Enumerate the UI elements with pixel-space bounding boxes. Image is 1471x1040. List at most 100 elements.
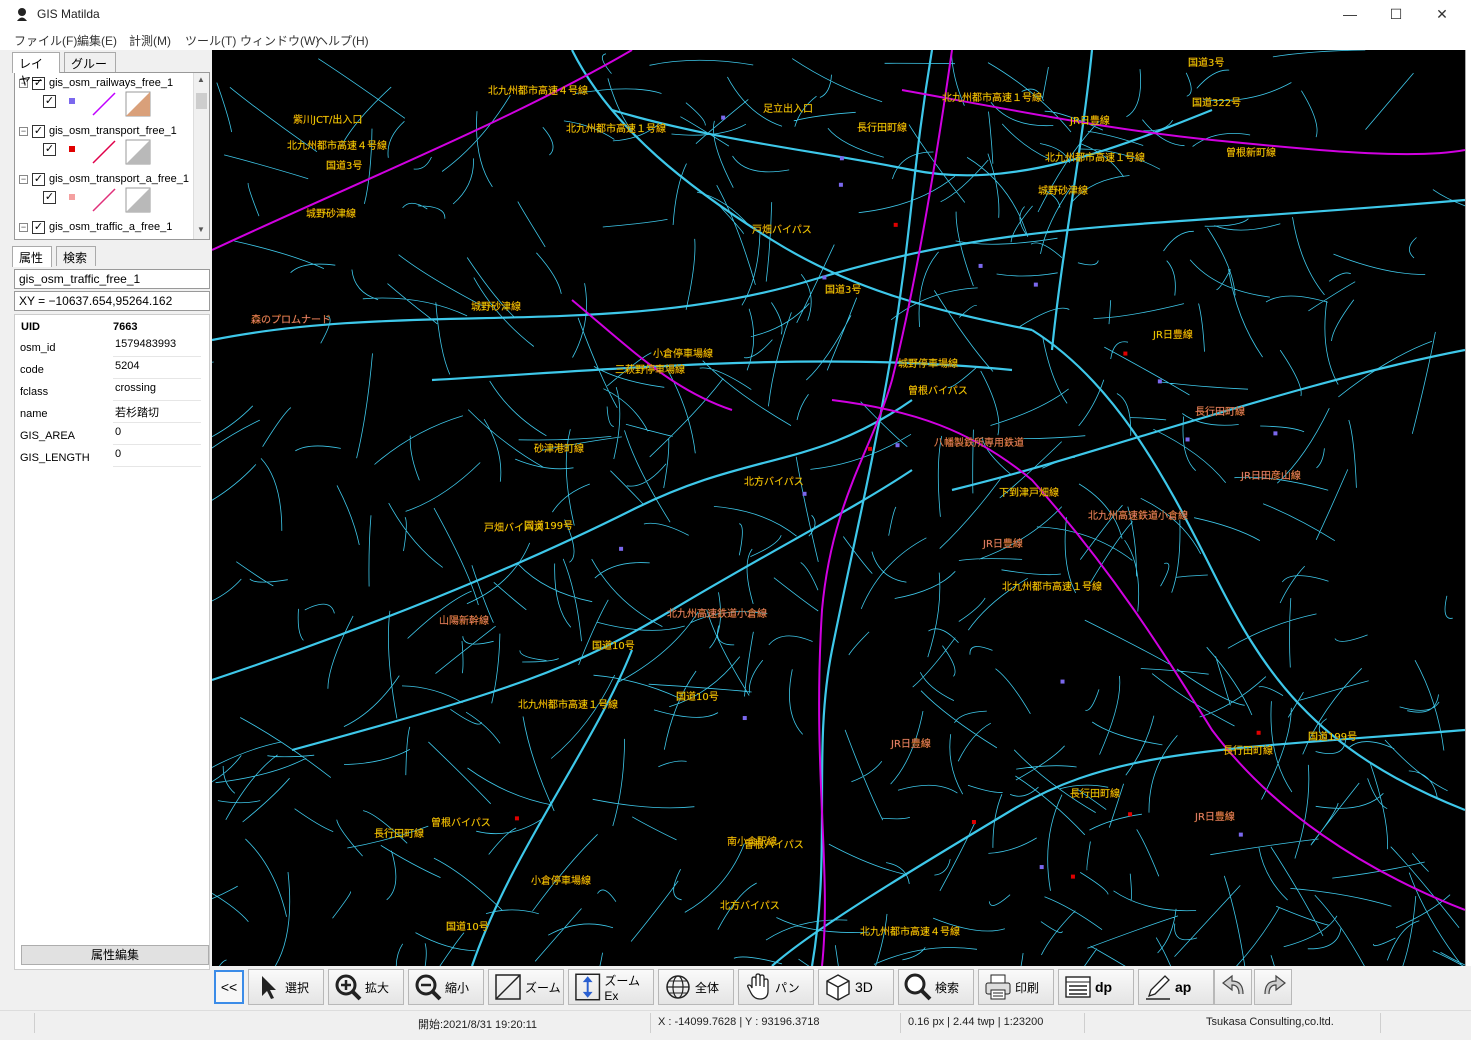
menu-edit[interactable]: 編集(E) bbox=[77, 32, 117, 49]
close-button[interactable]: ✕ bbox=[1419, 0, 1465, 28]
layer-symbol-checkbox[interactable]: ✓ bbox=[43, 143, 56, 156]
tab-attributes[interactable]: 属性 bbox=[12, 246, 52, 267]
tool-label: 拡大 bbox=[365, 980, 390, 995]
map-label: 長行田町線 bbox=[1070, 787, 1120, 800]
full-extent-button[interactable]: 全体 bbox=[658, 969, 734, 1005]
zoom-out-icon bbox=[415, 974, 442, 1001]
major-road bbox=[611, 108, 1213, 177]
attr-key: GIS_LENGTH bbox=[20, 452, 90, 464]
zoom-ex-button[interactable]: ズームEx bbox=[568, 969, 654, 1005]
menu-window[interactable]: ウィンドウ(W) bbox=[240, 32, 319, 49]
attribute-edit-button[interactable]: 属性編集 bbox=[21, 945, 209, 965]
attr-value[interactable]: 0 bbox=[113, 425, 201, 445]
status-separator bbox=[1380, 1013, 1381, 1033]
transport-point bbox=[868, 446, 873, 451]
map-label: JR日豊線 bbox=[1152, 328, 1193, 341]
menu-file[interactable]: ファイル(F) bbox=[14, 32, 77, 49]
layer-item[interactable]: − ✓ gis_osm_traffic_a_free_1 bbox=[15, 217, 193, 239]
collapse-toggle[interactable]: − bbox=[19, 127, 28, 136]
status-separator bbox=[1084, 1013, 1085, 1033]
globe-icon bbox=[666, 975, 690, 999]
cursor-arrow-icon bbox=[262, 976, 276, 999]
attr-value[interactable]: 1579483993 bbox=[113, 337, 201, 357]
layer-visible-checkbox[interactable]: ✓ bbox=[32, 173, 45, 186]
major-road bbox=[1050, 50, 1094, 351]
zoom-box-button[interactable]: ズーム bbox=[488, 969, 564, 1005]
major-road bbox=[571, 50, 1033, 332]
redo-button[interactable] bbox=[1254, 969, 1292, 1005]
map-label: 曽根バイパス bbox=[431, 816, 491, 829]
zoom-ex-icon bbox=[575, 973, 601, 1001]
map-label: 城野砂津線 bbox=[471, 300, 521, 313]
transport-point bbox=[978, 263, 983, 268]
layer-list-scrollbar[interactable]: ▲ ▼ bbox=[193, 73, 209, 239]
line-symbol-icon bbox=[92, 188, 116, 212]
attr-value[interactable]: 若杉踏切 bbox=[113, 403, 201, 423]
scroll-thumb[interactable] bbox=[196, 93, 207, 109]
polygon-symbol-icon bbox=[125, 139, 151, 165]
left-edge bbox=[0, 50, 8, 1010]
search-button[interactable]: 検索 bbox=[898, 969, 974, 1005]
attr-value[interactable]: 5204 bbox=[113, 359, 201, 379]
layer-symbol-checkbox[interactable]: ✓ bbox=[43, 95, 56, 108]
menu-help[interactable]: ヘルプ(H) bbox=[316, 32, 369, 49]
zoom-in-icon bbox=[335, 974, 362, 1001]
undo-button[interactable] bbox=[1214, 969, 1252, 1005]
transport-point bbox=[1039, 865, 1044, 870]
layer-visible-checkbox[interactable]: ✓ bbox=[32, 125, 45, 138]
collapse-toggle[interactable]: − bbox=[19, 223, 28, 232]
scroll-down-icon[interactable]: ▼ bbox=[197, 225, 205, 234]
scroll-up-icon[interactable]: ▲ bbox=[197, 75, 205, 84]
tab-layers[interactable]: レイヤー bbox=[12, 52, 60, 88]
pen-edit-icon bbox=[1146, 975, 1170, 1000]
menu-measure[interactable]: 計測(M) bbox=[129, 32, 171, 49]
collapse-panel-button[interactable]: << bbox=[214, 970, 244, 1004]
attr-key: osm_id bbox=[20, 342, 56, 354]
map-canvas[interactable]: 国道199号 北九州都市高速１号線 長行田町線 小倉停車場線 国道3号 北九州都市高速４号… bbox=[212, 50, 1465, 966]
map-label: 戸畑バイパス bbox=[484, 521, 544, 534]
tool-label: ap bbox=[1175, 979, 1192, 995]
display-props-button[interactable]: dp bbox=[1058, 969, 1134, 1005]
layer-name: gis_osm_traffic_a_free_1 bbox=[49, 221, 173, 233]
pan-button[interactable]: パン bbox=[738, 969, 814, 1005]
status-scale: 0.16 px | 2.44 twp | 1:23200 bbox=[908, 1016, 1044, 1028]
map-label: 城野砂津線 bbox=[306, 207, 356, 220]
attr-value[interactable]: crossing bbox=[113, 381, 201, 401]
layer-item[interactable]: − ✓ gis_osm_transport_free_1 ✓ bbox=[15, 121, 193, 169]
map-toolbar: << 選択 拡大 縮小 ズーム ズームEx 全体 パン 3D 検索 印刷 dp … bbox=[212, 968, 1465, 1008]
ap-edit-button[interactable]: ap bbox=[1138, 969, 1214, 1005]
zoom-in-button[interactable]: 拡大 bbox=[328, 969, 404, 1005]
undo-icon bbox=[1222, 974, 1244, 995]
layer-item[interactable]: − ✓ gis_osm_transport_a_free_1 ✓ bbox=[15, 169, 193, 217]
map-label: JR日田彦山線 bbox=[1240, 469, 1301, 482]
select-tool-button[interactable]: 選択 bbox=[248, 969, 324, 1005]
status-start-time: 開始:2021/8/31 19:20:11 bbox=[418, 1019, 538, 1031]
maximize-button[interactable]: ☐ bbox=[1373, 0, 1419, 28]
status-separator bbox=[34, 1013, 35, 1033]
transport-point bbox=[1123, 351, 1128, 356]
menu-tools[interactable]: ツール(T) bbox=[185, 32, 236, 49]
attr-value[interactable]: 0 bbox=[113, 447, 201, 467]
3d-view-button[interactable]: 3D bbox=[818, 969, 894, 1005]
minimize-button[interactable]: — bbox=[1327, 0, 1373, 28]
map-label: 城野停車場線 bbox=[898, 357, 958, 370]
attribute-table: UID 7663 osm_id 1579483993 code 5204 fcl… bbox=[14, 314, 210, 970]
major-road bbox=[212, 399, 913, 682]
print-button[interactable]: 印刷 bbox=[978, 969, 1054, 1005]
layer-visible-checkbox[interactable]: ✓ bbox=[32, 221, 45, 234]
map-label: 北九州都市高速４号線 bbox=[860, 925, 960, 938]
zoom-out-button[interactable]: 縮小 bbox=[408, 969, 484, 1005]
polygon-symbol-icon bbox=[125, 91, 151, 117]
tool-label: dp bbox=[1095, 979, 1113, 995]
major-road bbox=[810, 50, 934, 966]
line-symbol-icon bbox=[92, 92, 116, 116]
map-label: 森のプロムナード bbox=[251, 313, 331, 326]
transport-point bbox=[893, 222, 898, 227]
tab-groups[interactable]: グループ bbox=[64, 52, 116, 88]
layer-symbol-checkbox[interactable]: ✓ bbox=[43, 191, 56, 204]
polygon-symbol-icon bbox=[125, 187, 151, 213]
map-label: 国道199号 bbox=[1308, 730, 1357, 743]
tab-search[interactable]: 検索 bbox=[56, 246, 96, 266]
transport-point bbox=[1157, 379, 1162, 384]
collapse-toggle[interactable]: − bbox=[19, 175, 28, 184]
